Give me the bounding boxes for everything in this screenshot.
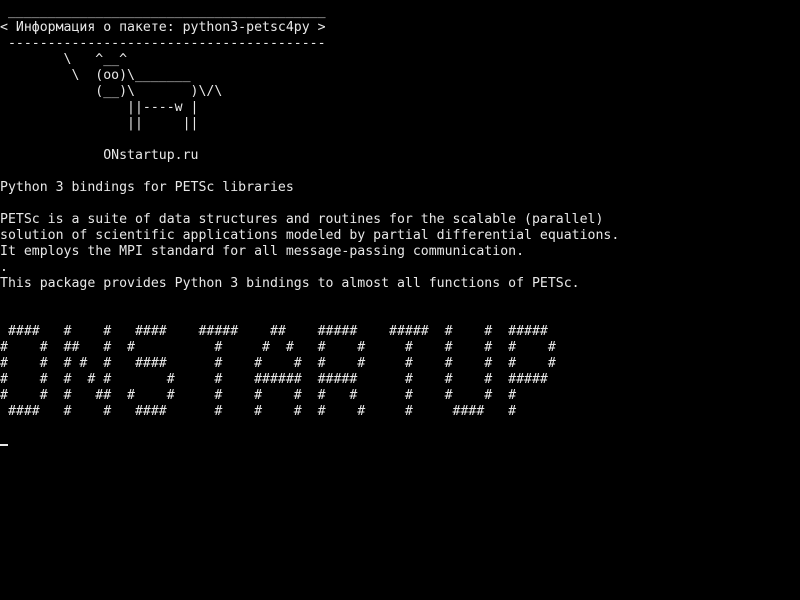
package-summary: Python 3 bindings for PETSc libraries: [0, 180, 294, 195]
description-line: .: [0, 260, 8, 275]
banner-line: # # # # # #### # # # # # # # # # #: [0, 356, 556, 371]
banner-line: #### # # #### ##### ## ##### ##### # # #…: [0, 324, 548, 339]
text-cursor: [0, 444, 8, 446]
banner-line: # # ## # # # # # # # # # # # #: [0, 340, 556, 355]
cowsay-top-border: ________________________________________: [0, 4, 326, 19]
cow-art-line: \ (oo)\_______: [0, 68, 191, 83]
cowsay-message: < Информация о пакете: python3-petsc4py …: [0, 20, 326, 35]
description-line: PETSc is a suite of data structures and …: [0, 212, 604, 227]
banner-line: # # # # # # # ###### ##### # # # #####: [0, 372, 548, 387]
banner-line: # # # ## # # # # # # # # # # #: [0, 388, 517, 403]
cow-art-line: || ||: [0, 116, 199, 131]
terminal-screen[interactable]: ________________________________________…: [0, 0, 800, 600]
description-line: This package provides Python 3 bindings …: [0, 276, 580, 291]
cow-art-line: (__)\ )\/\: [0, 84, 223, 99]
cow-art-line: \ ^__^: [0, 52, 128, 67]
description-line: It employs the MPI standard for all mess…: [0, 244, 525, 259]
site-label: ONstartup.ru: [0, 148, 199, 163]
cowsay-bottom-border: ----------------------------------------: [0, 36, 326, 51]
cow-art-line: ||----w |: [0, 100, 199, 115]
banner-line: #### # # #### # # # # # # #### #: [0, 404, 517, 419]
description-line: solution of scientific applications mode…: [0, 228, 620, 243]
